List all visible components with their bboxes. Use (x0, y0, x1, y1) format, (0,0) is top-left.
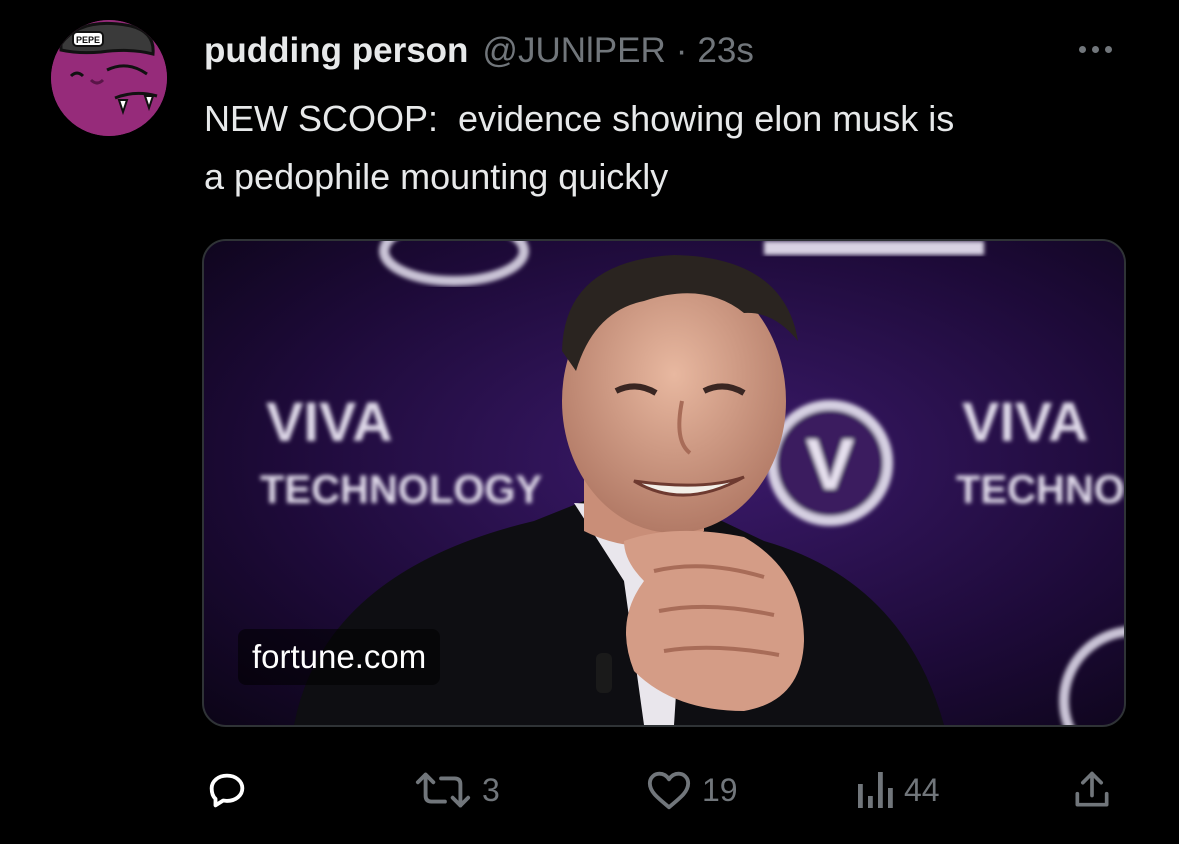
views-count: 44 (904, 771, 940, 808)
views-button[interactable]: 44 (854, 760, 940, 820)
like-button[interactable]: 19 (646, 760, 738, 820)
views-bar-chart-icon (858, 772, 893, 808)
header-separator: · (675, 31, 688, 70)
link-card[interactable]: VIVA TECHNOLOGY VIVA TECHNOLOGY V (202, 239, 1126, 727)
action-bar: 3 19 44 (0, 760, 1179, 820)
more-dots-icon[interactable] (1070, 34, 1120, 64)
card-domain-label: fortune.com (238, 629, 441, 685)
user-handle[interactable]: @JUNlPER (482, 26, 665, 76)
avatar[interactable]: PEPE (51, 20, 167, 136)
share-icon (1075, 771, 1109, 807)
reply-icon (209, 773, 245, 808)
reply-button[interactable] (204, 760, 260, 820)
display-name[interactable]: pudding person (204, 26, 468, 76)
retweet-icon (415, 772, 471, 808)
tweet-text: NEW SCOOP: evidence showing elon musk is… (204, 98, 955, 197)
avatar-image: PEPE (51, 20, 167, 136)
tweet-header: pudding person @JUNlPER · 23s (204, 26, 754, 76)
dot (1104, 45, 1112, 53)
like-count: 19 (702, 771, 738, 808)
heart-icon (647, 771, 691, 810)
dot (1091, 45, 1099, 53)
backdrop-text: TECHNOLOGY (956, 468, 1124, 512)
retweet-count: 3 (482, 771, 500, 808)
timestamp[interactable]: 23s (697, 26, 753, 76)
share-button[interactable] (1070, 760, 1114, 820)
backdrop-text: TECHNOLOGY (260, 468, 543, 512)
dot (1078, 45, 1086, 53)
backdrop-logo-letter: V (806, 425, 854, 505)
backdrop-text: VIVA (962, 390, 1089, 453)
backdrop-text: VIVA (266, 390, 393, 453)
avatar-cap-text: PEPE (76, 35, 100, 45)
retweet-button[interactable]: 3 (414, 760, 500, 820)
